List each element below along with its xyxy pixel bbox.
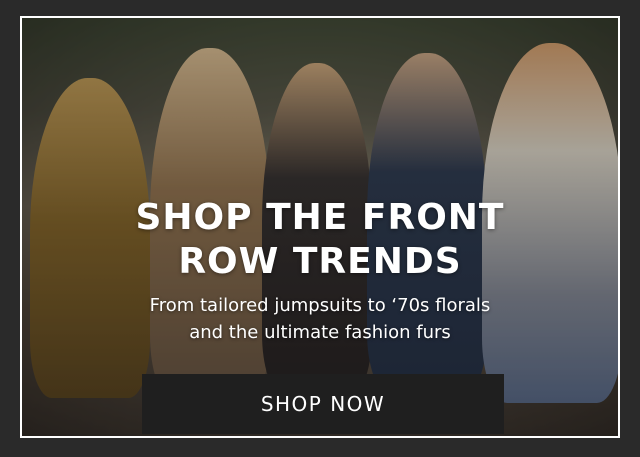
banner-subcopy: From tailored jumpsuits to ‘70s florals … bbox=[22, 292, 618, 346]
shop-now-button[interactable]: SHOP NOW bbox=[142, 374, 504, 434]
headline-line: SHOP THE FRONT bbox=[135, 197, 505, 238]
subcopy-line: and the ultimate fashion furs bbox=[189, 322, 451, 343]
promo-banner[interactable]: SHOP THE FRONT ROW TRENDS From tailored … bbox=[20, 16, 620, 438]
banner-headline: SHOP THE FRONT ROW TRENDS bbox=[22, 196, 618, 284]
subcopy-line: From tailored jumpsuits to ‘70s florals bbox=[149, 295, 491, 316]
headline-line: ROW TRENDS bbox=[178, 241, 462, 282]
